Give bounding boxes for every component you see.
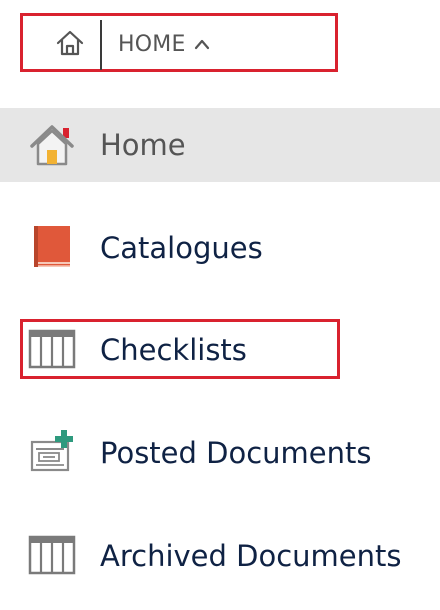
breadcrumb-current-dropdown[interactable]: HOME — [118, 29, 210, 59]
nav-item-label: Catalogues — [100, 231, 263, 265]
table-icon — [28, 531, 76, 579]
breadcrumb-home-button[interactable] — [50, 30, 90, 60]
nav-item-label: Posted Documents — [100, 436, 372, 470]
home-icon — [28, 120, 76, 168]
nav-item-label: Archived Documents — [100, 539, 402, 573]
home-outline-icon — [55, 29, 85, 61]
nav-item-home[interactable]: Home — [0, 108, 440, 182]
nav-item-label: Home — [100, 128, 186, 162]
breadcrumb-divider — [100, 20, 102, 70]
nav-item-archived-documents[interactable]: Archived Documents — [0, 519, 440, 593]
navigation-panel: HOME Home Catalogues Checklists Posted D… — [0, 0, 440, 610]
book-icon — [28, 223, 76, 271]
nav-item-label: Checklists — [100, 333, 247, 367]
breadcrumb-current-label: HOME — [118, 31, 186, 57]
chevron-up-icon — [194, 38, 210, 50]
nav-item-posted-documents[interactable]: Posted Documents — [0, 416, 440, 490]
nav-item-checklists[interactable]: Checklists — [0, 313, 440, 387]
posted-document-icon — [28, 428, 76, 476]
nav-item-catalogues[interactable]: Catalogues — [0, 211, 440, 285]
table-icon — [28, 325, 76, 373]
